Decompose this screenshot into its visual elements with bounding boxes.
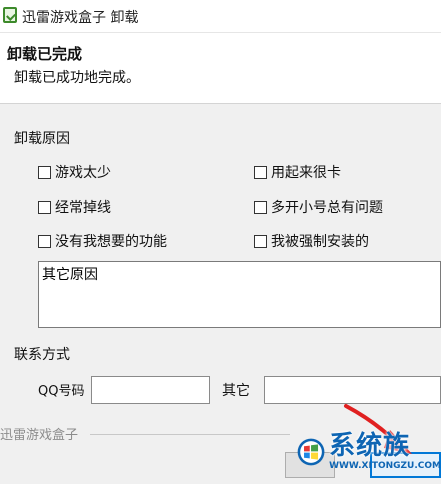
reasons-label: 卸载原因 [14,131,70,147]
checkbox-label: 我被强制安装的 [271,234,369,250]
annotation-arrow-icon [344,404,412,454]
footer-divider [90,434,290,435]
checkbox-box[interactable] [38,165,51,179]
checkbox-box[interactable] [254,200,267,214]
footer-brand: 迅雷游戏盒子 [0,428,79,443]
qq-label: QQ号码 [38,384,85,399]
header-title: 卸载已完成 [7,45,83,63]
checkbox-label: 没有我想要的功能 [55,234,167,250]
reason-checkbox-disconnects[interactable]: 经常掉线 [38,197,111,217]
reason-checkbox-multi-account[interactable]: 多开小号总有问题 [254,197,383,217]
checkbox-box[interactable] [254,234,267,248]
back-button[interactable] [285,452,335,478]
title-bar: 迅雷游戏盒子 卸载 [0,0,441,33]
other-contact-label: 其它 [222,383,250,399]
reason-checkbox-forced-install[interactable]: 我被强制安装的 [254,231,369,251]
checkbox-label: 用起来很卡 [271,165,341,181]
checkbox-label: 多开小号总有问题 [271,200,383,216]
qq-number-input[interactable] [91,376,210,404]
reason-checkbox-laggy[interactable]: 用起来很卡 [254,162,341,182]
checkbox-label: 经常掉线 [55,200,111,216]
checkbox-box[interactable] [38,234,51,248]
other-reason-textarea[interactable]: 其它原因 [38,261,441,328]
reason-checkbox-few-games[interactable]: 游戏太少 [38,162,111,182]
reason-checkbox-missing-feature[interactable]: 没有我想要的功能 [38,231,167,251]
contact-label: 联系方式 [14,347,70,363]
window-title: 迅雷游戏盒子 卸载 [22,10,139,26]
header-panel: 卸载已完成 卸载已成功地完成。 [0,33,441,104]
finish-button[interactable] [370,452,441,478]
app-icon [3,7,17,23]
checkbox-box[interactable] [254,165,267,179]
header-subtitle: 卸载已成功地完成。 [14,70,140,86]
other-contact-input[interactable] [264,376,441,404]
checkbox-box[interactable] [38,200,51,214]
checkbox-label: 游戏太少 [55,165,111,181]
